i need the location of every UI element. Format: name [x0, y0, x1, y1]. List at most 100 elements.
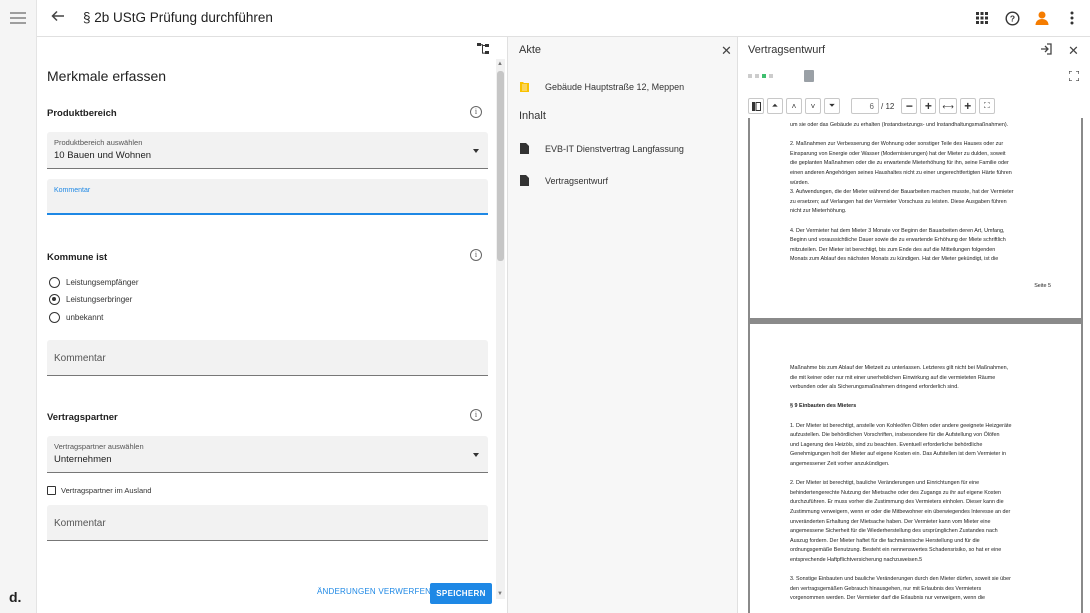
radio-unbekannt[interactable]: unbekannt [49, 312, 103, 323]
akte-panel: Akte ✕ Gebäude Hauptstraße 12, Meppen In… [508, 37, 738, 613]
page-thumbnails[interactable] [748, 74, 773, 78]
text-line: entsprechende Haftpflichtversicherung na… [790, 556, 923, 563]
text-line: Beginn und voraussichtliche Dauer sowie … [790, 237, 1006, 244]
text-line: den vertragsgemäßen Gebrauch hinausgehen… [790, 585, 982, 592]
pdf-viewport[interactable]: um sie oder das Gebäude zu erhalten (Ins… [748, 118, 1083, 613]
page-number-input[interactable]: 6 [851, 98, 879, 114]
produktbereich-comment-label: Kommentar [54, 187, 91, 194]
akte-document-item[interactable]: EVB-IT Dienstvertrag Langfassung [520, 143, 684, 154]
user-avatar-icon[interactable] [1032, 8, 1052, 28]
akte-document-label: Vertragsentwurf [545, 175, 609, 186]
vertragspartner-comment-field[interactable]: Kommentar [47, 505, 488, 541]
tree-structure-icon[interactable] [477, 42, 489, 54]
section-heading: § 9 Einbauten des Mieters [790, 403, 857, 410]
hamburger-menu-icon[interactable] [10, 12, 26, 24]
inhalt-title: Inhalt [519, 110, 546, 122]
next-page-icon[interactable]: ˅ [805, 98, 821, 114]
kommune-info-icon[interactable]: i [470, 249, 482, 261]
text-line: 3. Aufwendungen, die der Mieter während … [790, 189, 1014, 196]
text-line: und Lagerung des Heizöls, sind zu beacht… [790, 441, 983, 448]
zoom-in-icon[interactable]: + [920, 98, 937, 114]
vertragspartner-info-icon[interactable]: i [470, 409, 482, 421]
kommune-comment-field[interactable]: Kommentar [47, 340, 488, 376]
document-icon [520, 175, 529, 186]
sidebar-toggle-icon[interactable] [748, 98, 764, 114]
akte-document-item[interactable]: Vertragsentwurf [520, 175, 608, 186]
scroll-down-icon[interactable]: ▼ [497, 591, 503, 597]
vertragspartner-select[interactable]: Vertragspartner auswählen Unternehmen [47, 436, 488, 473]
radio-leistungserbringer[interactable]: Leistungserbringer [49, 294, 132, 305]
previous-page-icon[interactable]: ˄ [786, 98, 802, 114]
text-line: angemessener Zeit vorher anzukündigen. [790, 460, 890, 467]
akte-folder-item[interactable]: Gebäude Hauptstraße 12, Meppen [520, 81, 684, 92]
produktbereich-select-value: 10 Bauen und Wohnen [54, 150, 152, 161]
back-arrow-icon[interactable] [51, 9, 67, 27]
text-line: 2. Der Mieter ist berechtigt, bauliche V… [790, 480, 980, 487]
form-heading: Merkmale erfassen [47, 68, 167, 84]
form-panel: ▲ ▼ Merkmale erfassen Produktbereich i P… [37, 37, 508, 613]
chevron-down-icon [473, 149, 479, 153]
akte-folder-label: Gebäude Hauptstraße 12, Meppen [545, 81, 685, 92]
page-total: / 12 [881, 101, 895, 111]
radio-circle[interactable] [49, 277, 60, 288]
vertragspartner-ausland-checkbox[interactable]: Vertragspartner im Ausland [47, 486, 151, 495]
text-line: Monats zum Ablauf des nächsten Monats zu… [790, 256, 999, 263]
thumbnail[interactable] [748, 74, 752, 78]
thumbnail[interactable] [755, 74, 759, 78]
form-scrollbar[interactable]: ▲ ▼ [496, 59, 505, 599]
radio-label: Leistungserbringer [66, 295, 133, 304]
scroll-up-icon[interactable]: ▲ [497, 61, 503, 67]
header-actions: ? [972, 8, 1082, 28]
produktbereich-select-label: Produktbereich auswählen [54, 138, 143, 147]
radio-circle[interactable] [49, 312, 60, 323]
viewer-title: Vertragsentwurf [748, 44, 826, 56]
akte-document-label: EVB-IT Dienstvertrag Langfassung [545, 143, 684, 154]
last-page-icon[interactable]: ⏷ [824, 98, 840, 114]
pdf-page: um sie oder das Gebäude zu erhalten (Ins… [750, 118, 1081, 318]
first-page-icon[interactable]: ⏶ [767, 98, 783, 114]
apps-grid-icon[interactable] [972, 8, 992, 28]
produktbereich-comment-field[interactable]: Kommentar [47, 179, 488, 215]
close-icon[interactable]: ✕ [721, 43, 732, 59]
checkbox-label: Vertragspartner im Ausland [61, 486, 152, 495]
produktbereich-select[interactable]: Produktbereich auswählen 10 Bauen und Wo… [47, 132, 488, 169]
fit-width-icon[interactable]: ⟷ [939, 98, 957, 114]
radio-leistungsempfaenger[interactable]: Leistungsempfänger [49, 277, 139, 288]
zoom-out-icon[interactable]: − [901, 98, 918, 114]
text-line: aufzustellen. Die behördlichen Vorschrif… [790, 432, 1000, 439]
text-line: einen anderen Angehörigen seines Haushal… [790, 169, 1012, 176]
text-line: 3. Sonstige Einbauten und bauliche Verän… [790, 576, 1011, 583]
close-icon[interactable]: ✕ [1068, 43, 1079, 59]
page-footer: Seite 5 [1034, 283, 1051, 289]
vertragspartner-select-label: Vertragspartner auswählen [54, 442, 144, 451]
text-line [790, 470, 1045, 480]
help-icon[interactable]: ? [1002, 8, 1022, 28]
produktbereich-info-icon[interactable]: i [470, 106, 482, 118]
radio-label: unbekannt [66, 313, 104, 322]
fit-page-icon[interactable]: ⛶ [978, 98, 995, 114]
text-line: angemessene Sicherheit für die Wiederher… [790, 528, 998, 535]
text-line: Maßnahme bis zum Ablauf der Mietzeit zu … [790, 365, 1009, 371]
top-header: § 2b UStG Prüfung durchführen ? [37, 0, 1090, 37]
text-line: mitzuteilen. Der Mieter ist berechtigt, … [790, 246, 996, 253]
checkbox-box[interactable] [47, 486, 56, 495]
more-vertical-icon[interactable] [1062, 8, 1082, 28]
thumbnail[interactable] [769, 74, 773, 78]
document-viewer-panel: Vertragsentwurf ✕ ⏶ ˄ ˅ ⏷ 6 / 12 − + ⟷ +… [738, 37, 1090, 613]
scrollbar-thumb[interactable] [497, 71, 504, 261]
exit-panel-icon[interactable] [1040, 43, 1052, 58]
text-line: behindertengerechte Nutzung der Mietsach… [790, 489, 1001, 496]
discard-changes-button[interactable]: ÄNDERUNGEN VERWERFEN [317, 587, 431, 596]
page-title: § 2b UStG Prüfung durchführen [83, 10, 273, 25]
thumbnail-active[interactable] [762, 74, 766, 78]
text-line: die mit keiner oder nur mit einer unerhe… [790, 374, 996, 381]
text-line: 1. Der Mieter ist berechtigt, anstelle v… [790, 422, 1012, 429]
save-button[interactable]: SPEICHERN [430, 583, 492, 604]
text-line: die geplanten Maßnahmen oder die zu erwa… [790, 160, 1009, 167]
fullscreen-icon[interactable] [1068, 70, 1080, 84]
rotate-icon[interactable]: + [959, 98, 976, 114]
radio-circle-selected[interactable] [49, 294, 60, 305]
viewer-toolbar: ⏶ ˄ ˅ ⏷ 6 / 12 − + ⟷ + ⛶ [748, 97, 1083, 115]
text-line: würden. [790, 179, 810, 186]
